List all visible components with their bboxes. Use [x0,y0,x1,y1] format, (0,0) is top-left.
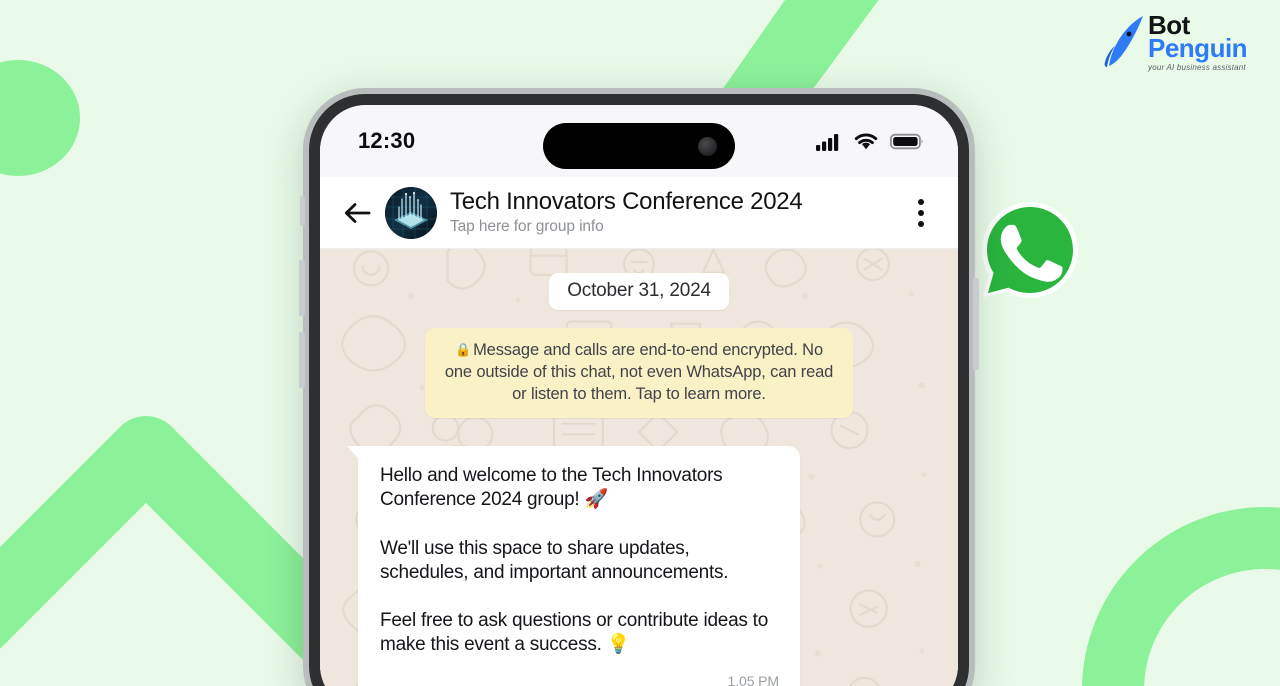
logo-penguin-text: Penguin [1148,33,1248,63]
chat-messages-area: October 31, 2024 🔒 Message and calls are … [320,273,958,686]
logo-tagline: your AI business assistant [1148,63,1246,72]
group-avatar-image[interactable] [385,186,437,239]
chat-subtitle: Tap here for group info [450,217,604,235]
circle-top-left-shape [0,60,80,176]
message-timestamp: 1.05 PM [727,673,780,686]
status-icons [816,132,924,151]
date-divider: October 31, 2024 [549,273,729,310]
message-paragraph: Feel free to ask questions or contribute… [380,609,769,655]
status-bar: 12:30 [320,105,958,177]
message-bubble-incoming[interactable]: Hello and welcome to the Tech Innovators… [347,446,800,686]
chevron-bottom-left-stroke [0,416,403,686]
logo-wordmark: Bot Penguin your AI business assistant [1148,10,1248,72]
status-time: 12:30 [358,128,416,153]
back-arrow-icon[interactable] [342,198,372,228]
message-paragraph: We'll use this space to share updates, s… [380,537,729,583]
battery-icon [890,133,923,149]
phone-screen: 12:30 Tech Innovators Conference 2024 Ta… [320,105,958,686]
menu-dot [918,220,924,227]
message-paragraph: Hello and welcome to the Tech Innovators… [380,465,723,511]
phone-bezel: 12:30 Tech Innovators Conference 2024 Ta… [299,94,979,686]
menu-dot [918,209,924,216]
date-divider-row: October 31, 2024 [320,273,958,310]
botpenguin-logo: Bot Penguin your AI business assistant [1102,10,1262,82]
whatsapp-icon [982,202,1078,298]
overflow-menu-icon[interactable] [908,196,934,230]
chat-title: Tech Innovators Conference 2024 [450,188,803,216]
encryption-notice[interactable]: 🔒 Message and calls are end-to-end encryp… [425,328,853,419]
chat-header-texts[interactable]: Tech Innovators Conference 2024 Tap here… [450,188,902,236]
whatsapp-badge [978,198,1082,302]
ring-bottom-right-shape [1082,507,1280,686]
phone-mockup: 12:30 Tech Innovators Conference 2024 Ta… [299,88,979,686]
penguin-icon [1104,16,1143,67]
lock-icon: 🔒 [455,342,472,357]
cellular-signal-icon [816,133,839,151]
chat-body: October 31, 2024 🔒 Message and calls are … [320,249,958,686]
chat-header: Tech Innovators Conference 2024 Tap here… [320,177,958,249]
wifi-icon [854,133,878,149]
power-button[interactable] [973,278,979,370]
volume-down-button[interactable] [299,332,305,388]
volume-up-button[interactable] [299,260,305,316]
encryption-notice-text: Message and calls are end-to-end encrypt… [444,341,834,404]
front-camera-icon [698,136,717,156]
message-row: Hello and welcome to the Tech Innovators… [320,446,958,686]
dynamic-island [543,123,735,169]
silence-switch[interactable] [300,196,305,226]
encryption-notice-row: 🔒 Message and calls are end-to-end encryp… [320,328,958,419]
menu-dot [918,198,924,205]
